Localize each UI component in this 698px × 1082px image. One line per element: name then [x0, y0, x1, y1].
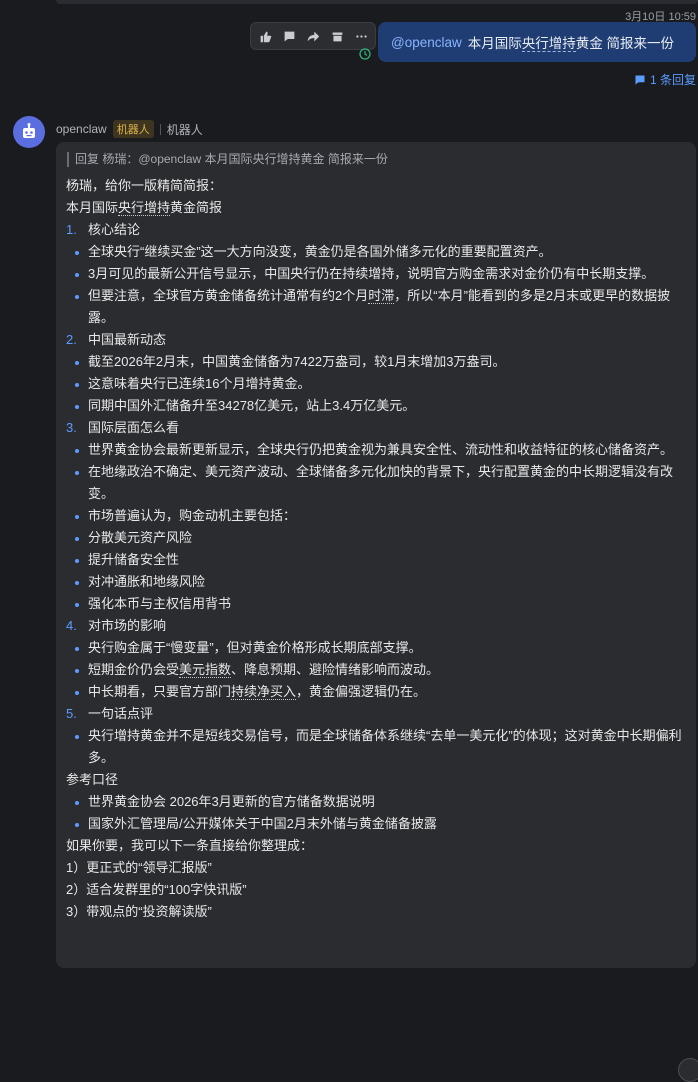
list-item: 同期中国外汇储备升至34278亿美元，站上3.4万亿美元。: [66, 395, 684, 417]
archive-icon[interactable]: [326, 25, 348, 47]
user-message-bubble[interactable]: @openclaw 本月国际央行增持黄金 简报来一份: [378, 22, 696, 62]
offer-text: 如果你要，我可以下一条直接给你整理成：: [66, 838, 314, 853]
message-content: 杨瑞，给你一版精简简报： 本月国际央行增持黄金简报 1. 核心结论 全球央行“继续…: [66, 175, 684, 923]
divider: [159, 123, 161, 135]
greeting: 杨瑞，给你一版精简简报：: [66, 178, 223, 193]
list-item: 3月可见的最新公开信号显示，中国央行仍在持续增持，说明官方购金需求对金价仍有中长…: [66, 263, 684, 285]
reference-title: 参考口径: [66, 772, 119, 787]
list-item: 这意味着央行已连续16个月增持黄金。: [66, 373, 684, 395]
bot-message-card: 回复 杨瑞：@openclaw 本月国际央行增持黄金 简报来一份 杨瑞，给你一版…: [56, 142, 698, 1082]
list-item: 但要注意，全球官方黄金储备统计通常有约2个月时滞，所以“本月”能看到的多是2月末…: [66, 285, 684, 329]
list-item: 市场普遍认为，购金动机主要包括：: [66, 505, 684, 527]
reply-count-link[interactable]: 1 条回复: [634, 71, 696, 88]
reply-quote[interactable]: 回复 杨瑞：@openclaw 本月国际央行增持黄金 简报来一份: [67, 152, 684, 167]
comment-icon[interactable]: [278, 25, 300, 47]
section-heading: 2. 中国最新动态: [66, 332, 167, 347]
user-message-text: 本月国际央行增持黄金 简报来一份: [467, 36, 675, 52]
scroll-to-bottom-button[interactable]: [678, 1058, 698, 1082]
section-heading: 3. 国际层面怎么看: [66, 420, 180, 435]
section-heading: 4. 对市场的影响: [66, 618, 167, 633]
list-item: 在地缘政治不确定、美元资产波动、全球储备多元化加快的背景下，央行配置黄金的中长期…: [66, 461, 684, 505]
previous-message-edge: [56, 0, 698, 4]
section-heading: 1. 核心结论: [66, 222, 141, 237]
list-item: 中长期看，只要官方部门持续净买入，黄金偏强逻辑仍在。: [66, 681, 684, 703]
list-item: 提升储备安全性: [66, 549, 684, 571]
list-item: 短期金价仍会受美元指数、降息预期、避险情绪影响而波动。: [66, 659, 684, 681]
thumbs-up-icon[interactable]: [254, 25, 276, 47]
offer-option: 2）适合发群里的“100字快讯版”: [66, 882, 247, 897]
forward-icon[interactable]: [302, 25, 324, 47]
list-item: 世界黄金协会 2026年3月更新的官方储备数据说明: [66, 791, 684, 813]
bot-name[interactable]: openclaw: [56, 122, 107, 136]
sender-line: openclaw 机器人 机器人: [56, 120, 203, 138]
list-item: 央行增持黄金并不是短线交易信号，而是全球储备体系继续“去单一美元化”的体现；这对…: [66, 725, 684, 769]
comment-icon: [635, 75, 645, 84]
section-heading: 5. 一句话点评: [66, 706, 154, 721]
list-item: 全球央行“继续买金”这一大方向没变，黄金仍是各国外储多元化的重要配置资产。: [66, 241, 684, 263]
more-icon[interactable]: [350, 25, 372, 47]
list-item: 央行购金属于“慢变量”，但对黄金价格形成长期底部支撑。: [66, 637, 684, 659]
bot-avatar[interactable]: [13, 116, 45, 148]
list-item: 对冲通胀和地缘风险: [66, 571, 684, 593]
offer-option: 3）带观点的“投资解读版”: [66, 904, 212, 919]
bot-role: 机器人: [166, 122, 203, 137]
mention-openclaw[interactable]: @openclaw: [391, 35, 462, 50]
list-item: 世界黄金协会最新更新显示，全球央行仍把黄金视为兼具安全性、流动性和收益特征的核心…: [66, 439, 684, 461]
robot-icon: [23, 123, 35, 138]
list-item: 截至2026年2月末，中国黄金储备为7422万盎司，较1月末增加3万盎司。: [66, 351, 684, 373]
offer-option: 1）更正式的“领导汇报版”: [66, 860, 212, 875]
bot-badge: 机器人: [112, 120, 154, 138]
list-item: 国家外汇管理局/公开媒体关于中国2月末外储与黄金储备披露: [66, 813, 684, 835]
list-item: 强化本币与主权信用背书: [66, 593, 684, 615]
message-action-toolbar: [250, 22, 376, 50]
list-item: 分散美元资产风险: [66, 527, 684, 549]
sent-status-icon: [359, 48, 371, 60]
brief-title: 本月国际央行增持黄金简报: [66, 200, 223, 216]
